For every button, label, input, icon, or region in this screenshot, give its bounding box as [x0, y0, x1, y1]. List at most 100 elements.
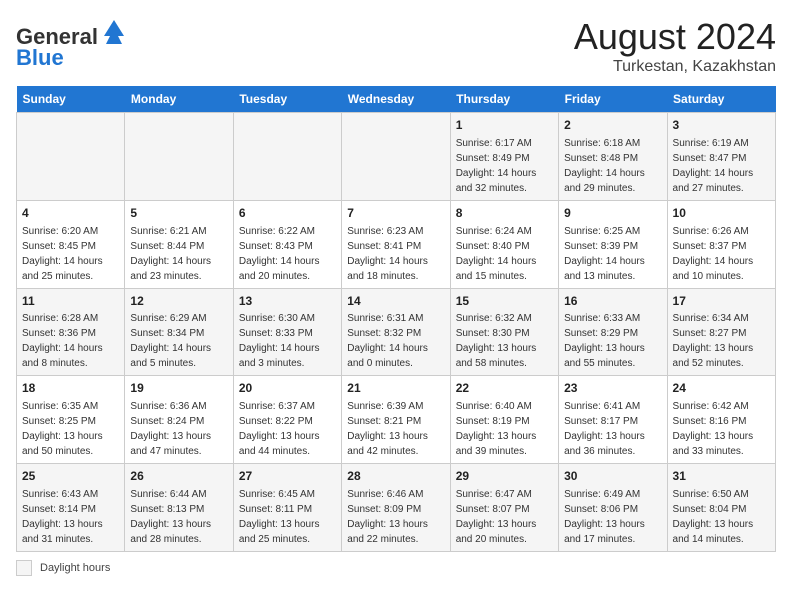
day-info: Sunrise: 6:40 AM Sunset: 8:19 PM Dayligh… [456, 401, 537, 457]
weekday-header-sunday: Sunday [17, 86, 125, 113]
day-number: 6 [239, 205, 336, 222]
weekday-header-monday: Monday [125, 86, 233, 113]
calendar-week-row: 1Sunrise: 6:17 AM Sunset: 8:49 PM Daylig… [17, 113, 776, 201]
day-info: Sunrise: 6:23 AM Sunset: 8:41 PM Dayligh… [347, 226, 428, 282]
weekday-header-friday: Friday [559, 86, 667, 113]
day-info: Sunrise: 6:30 AM Sunset: 8:33 PM Dayligh… [239, 313, 320, 369]
calendar-cell: 11 Sunrise: 6:28 AM Sunset: 8:36 PM Dayli… [17, 288, 125, 376]
day-info: Sunrise: 6:43 AM Sunset: 8:14 PM Dayligh… [22, 489, 103, 545]
calendar-cell: 12 Sunrise: 6:29 AM Sunset: 8:34 PM Dayli… [125, 288, 233, 376]
day-number: 26 [130, 468, 227, 485]
weekday-header-row: SundayMondayTuesdayWednesdayThursdayFrid… [17, 86, 776, 113]
day-info: Sunrise: 6:20 AM Sunset: 8:45 PM Dayligh… [22, 226, 103, 282]
logo-icon [100, 16, 128, 44]
calendar-week-row: 4 Sunrise: 6:20 AM Sunset: 8:45 PM Daylig… [17, 200, 776, 288]
footer: Daylight hours [16, 560, 776, 576]
calendar-cell: 22 Sunrise: 6:40 AM Sunset: 8:19 PM Dayli… [450, 376, 558, 464]
month-year: August 2024 [574, 16, 776, 58]
calendar-cell [125, 113, 233, 201]
daylight-label: Daylight hours [40, 562, 110, 574]
day-info: Sunrise: 6:26 AM Sunset: 8:37 PM Dayligh… [673, 226, 754, 282]
weekday-header-saturday: Saturday [667, 86, 775, 113]
calendar-cell [342, 113, 450, 201]
calendar-cell: 10Sunrise: 6:26 AM Sunset: 8:37 PM Dayli… [667, 200, 775, 288]
day-info: Sunrise: 6:29 AM Sunset: 8:34 PM Dayligh… [130, 313, 211, 369]
day-info: Sunrise: 6:41 AM Sunset: 8:17 PM Dayligh… [564, 401, 645, 457]
day-info: Sunrise: 6:36 AM Sunset: 8:24 PM Dayligh… [130, 401, 211, 457]
day-info: Sunrise: 6:18 AM Sunset: 8:48 PM Dayligh… [564, 138, 645, 194]
day-info: Sunrise: 6:31 AM Sunset: 8:32 PM Dayligh… [347, 313, 428, 369]
day-info: Sunrise: 6:35 AM Sunset: 8:25 PM Dayligh… [22, 401, 103, 457]
calendar-cell: 29 Sunrise: 6:47 AM Sunset: 8:07 PM Dayli… [450, 464, 558, 552]
calendar-cell: 8Sunrise: 6:24 AM Sunset: 8:40 PM Daylig… [450, 200, 558, 288]
day-info: Sunrise: 6:37 AM Sunset: 8:22 PM Dayligh… [239, 401, 320, 457]
day-number: 15 [456, 293, 553, 310]
day-number: 27 [239, 468, 336, 485]
weekday-header-tuesday: Tuesday [233, 86, 341, 113]
calendar-cell: 4 Sunrise: 6:20 AM Sunset: 8:45 PM Daylig… [17, 200, 125, 288]
day-number: 16 [564, 293, 661, 310]
day-number: 18 [22, 380, 119, 397]
calendar-week-row: 11 Sunrise: 6:28 AM Sunset: 8:36 PM Dayli… [17, 288, 776, 376]
calendar-cell [233, 113, 341, 201]
day-number: 23 [564, 380, 661, 397]
calendar-cell: 25 Sunrise: 6:43 AM Sunset: 8:14 PM Dayli… [17, 464, 125, 552]
calendar-cell: 26 Sunrise: 6:44 AM Sunset: 8:13 PM Dayli… [125, 464, 233, 552]
weekday-header-thursday: Thursday [450, 86, 558, 113]
day-number: 12 [130, 293, 227, 310]
day-number: 25 [22, 468, 119, 485]
day-number: 7 [347, 205, 444, 222]
day-info: Sunrise: 6:22 AM Sunset: 8:43 PM Dayligh… [239, 226, 320, 282]
calendar-cell: 17 Sunrise: 6:34 AM Sunset: 8:27 PM Dayli… [667, 288, 775, 376]
calendar-cell: 5 Sunrise: 6:21 AM Sunset: 8:44 PM Daylig… [125, 200, 233, 288]
page-header: General Blue August 2024 Turkestan, Kaza… [16, 16, 776, 76]
logo: General Blue [16, 16, 128, 71]
day-number: 29 [456, 468, 553, 485]
calendar-cell: 3Sunrise: 6:19 AM Sunset: 8:47 PM Daylig… [667, 113, 775, 201]
day-info: Sunrise: 6:28 AM Sunset: 8:36 PM Dayligh… [22, 313, 103, 369]
calendar-week-row: 25 Sunrise: 6:43 AM Sunset: 8:14 PM Dayli… [17, 464, 776, 552]
day-info: Sunrise: 6:33 AM Sunset: 8:29 PM Dayligh… [564, 313, 645, 369]
day-number: 14 [347, 293, 444, 310]
calendar-cell: 16 Sunrise: 6:33 AM Sunset: 8:29 PM Dayli… [559, 288, 667, 376]
day-info: Sunrise: 6:21 AM Sunset: 8:44 PM Dayligh… [130, 226, 211, 282]
day-number: 30 [564, 468, 661, 485]
day-number: 11 [22, 293, 119, 310]
day-number: 2 [564, 117, 661, 134]
day-number: 24 [673, 380, 770, 397]
calendar-cell: 19 Sunrise: 6:36 AM Sunset: 8:24 PM Dayli… [125, 376, 233, 464]
calendar-cell: 24 Sunrise: 6:42 AM Sunset: 8:16 PM Dayli… [667, 376, 775, 464]
calendar-cell: 7 Sunrise: 6:23 AM Sunset: 8:41 PM Daylig… [342, 200, 450, 288]
day-number: 5 [130, 205, 227, 222]
day-info: Sunrise: 6:46 AM Sunset: 8:09 PM Dayligh… [347, 489, 428, 545]
title-block: August 2024 Turkestan, Kazakhstan [574, 16, 776, 76]
calendar-cell: 6 Sunrise: 6:22 AM Sunset: 8:43 PM Daylig… [233, 200, 341, 288]
day-number: 17 [673, 293, 770, 310]
day-number: 1 [456, 117, 553, 134]
calendar-cell: 20Sunrise: 6:37 AM Sunset: 8:22 PM Dayli… [233, 376, 341, 464]
day-number: 31 [673, 468, 770, 485]
location: Turkestan, Kazakhstan [574, 58, 776, 76]
calendar-cell: 31 Sunrise: 6:50 AM Sunset: 8:04 PM Dayli… [667, 464, 775, 552]
day-info: Sunrise: 6:34 AM Sunset: 8:27 PM Dayligh… [673, 313, 754, 369]
calendar-cell: 2 Sunrise: 6:18 AM Sunset: 8:48 PM Daylig… [559, 113, 667, 201]
day-info: Sunrise: 6:42 AM Sunset: 8:16 PM Dayligh… [673, 401, 754, 457]
calendar-cell: 27Sunrise: 6:45 AM Sunset: 8:11 PM Dayli… [233, 464, 341, 552]
day-info: Sunrise: 6:44 AM Sunset: 8:13 PM Dayligh… [130, 489, 211, 545]
calendar-cell: 30Sunrise: 6:49 AM Sunset: 8:06 PM Dayli… [559, 464, 667, 552]
day-info: Sunrise: 6:19 AM Sunset: 8:47 PM Dayligh… [673, 138, 754, 194]
calendar-cell: 28Sunrise: 6:46 AM Sunset: 8:09 PM Dayli… [342, 464, 450, 552]
daylight-box-icon [16, 560, 32, 576]
day-info: Sunrise: 6:47 AM Sunset: 8:07 PM Dayligh… [456, 489, 537, 545]
day-number: 4 [22, 205, 119, 222]
day-number: 9 [564, 205, 661, 222]
calendar-cell: 9 Sunrise: 6:25 AM Sunset: 8:39 PM Daylig… [559, 200, 667, 288]
day-number: 19 [130, 380, 227, 397]
calendar-cell [17, 113, 125, 201]
day-number: 22 [456, 380, 553, 397]
day-info: Sunrise: 6:50 AM Sunset: 8:04 PM Dayligh… [673, 489, 754, 545]
day-info: Sunrise: 6:25 AM Sunset: 8:39 PM Dayligh… [564, 226, 645, 282]
day-info: Sunrise: 6:32 AM Sunset: 8:30 PM Dayligh… [456, 313, 537, 369]
calendar-cell: 14 Sunrise: 6:31 AM Sunset: 8:32 PM Dayli… [342, 288, 450, 376]
calendar-cell: 21Sunrise: 6:39 AM Sunset: 8:21 PM Dayli… [342, 376, 450, 464]
